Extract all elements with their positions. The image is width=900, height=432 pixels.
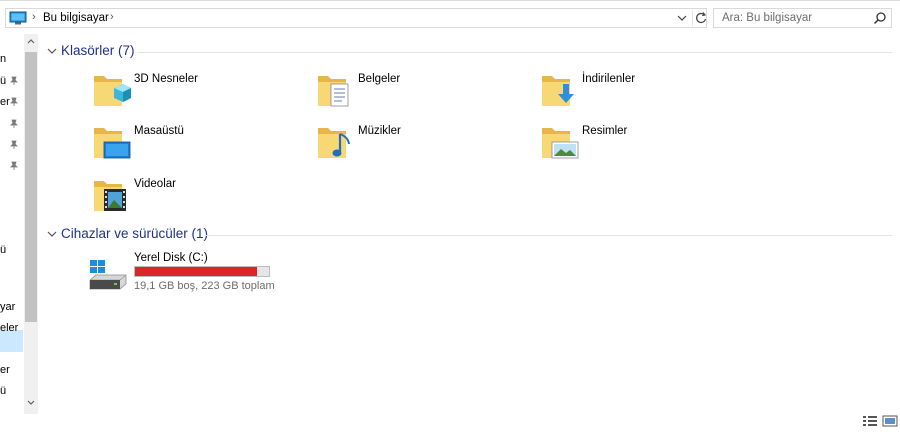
nav-item-label[interactable]: eler xyxy=(0,322,18,334)
nav-item-label[interactable]: n xyxy=(0,53,6,65)
details-view-icon[interactable] xyxy=(862,414,878,428)
folder-documents[interactable]: Belgeler xyxy=(316,70,516,116)
pictures-folder-icon xyxy=(542,128,579,159)
group-title: Cihazlar ve sürücüler (1) xyxy=(61,226,209,241)
search-box[interactable]: Ara: Bu bilgisayar xyxy=(713,8,892,28)
address-bar[interactable]: › Bu bilgisayar › xyxy=(5,8,707,28)
address-dropdown-icon[interactable] xyxy=(674,10,690,26)
drive-label: Yerel Disk (C:) xyxy=(134,252,208,264)
drive-usage-bar xyxy=(134,266,270,277)
documents-folder-icon xyxy=(318,76,349,107)
refresh-icon[interactable] xyxy=(692,10,709,26)
nav-item-label[interactable]: ü xyxy=(0,75,6,87)
folder-label: 3D Nesneler xyxy=(134,73,198,85)
nav-item-label[interactable]: ü xyxy=(0,244,6,256)
breadcrumb-location[interactable]: Bu bilgisayar xyxy=(43,12,109,24)
folder-label: İndirilenler xyxy=(582,73,636,85)
chevron-down-icon[interactable] xyxy=(46,45,58,57)
search-icon[interactable] xyxy=(873,11,887,25)
pin-icon[interactable] xyxy=(9,119,19,129)
breadcrumb-chevron-icon[interactable]: › xyxy=(32,11,36,23)
folder-label: Müzikler xyxy=(358,125,401,137)
folder-label: Videolar xyxy=(134,178,176,190)
group-title: Klasörler (7) xyxy=(61,43,135,58)
nav-item-label[interactable]: yar xyxy=(0,301,15,313)
pin-icon[interactable] xyxy=(9,140,19,150)
group-divider xyxy=(138,52,892,53)
folder-music[interactable]: Müzikler xyxy=(316,122,516,168)
nav-item-label[interactable]: er xyxy=(0,364,10,376)
scroll-up-icon[interactable] xyxy=(27,38,35,44)
drive-usage-fill xyxy=(135,267,258,276)
pin-icon[interactable] xyxy=(9,161,19,171)
folder-3d-objects[interactable]: 3D Nesneler xyxy=(92,70,292,116)
breadcrumb-chevron-icon[interactable]: › xyxy=(110,11,114,23)
videos-folder-icon xyxy=(94,181,126,211)
drive-local-disk-c[interactable]: Yerel Disk (C:) 19,1 GB boş, 223 GB topl… xyxy=(88,250,288,296)
folder-pictures[interactable]: Resimler xyxy=(540,122,740,168)
folder-downloads[interactable]: İndirilenler xyxy=(540,70,740,116)
folder-label: Belgeler xyxy=(358,73,401,85)
3d-objects-folder-icon xyxy=(94,76,131,106)
search-input[interactable]: Ara: Bu bilgisayar xyxy=(722,12,812,24)
windows-drive-icon xyxy=(89,260,127,290)
group-header-folders[interactable]: Klasörler (7) xyxy=(46,43,892,61)
nav-scrollbar[interactable] xyxy=(24,34,38,414)
group-divider xyxy=(206,235,892,236)
scrollbar-thumb[interactable] xyxy=(25,52,37,322)
desktop-folder-icon xyxy=(94,128,131,159)
nav-item-label[interactable]: ü xyxy=(0,385,6,397)
group-header-devices[interactable]: Cihazlar ve sürücüler (1) xyxy=(46,226,892,244)
folder-label: Masaüstü xyxy=(134,125,184,137)
pin-icon[interactable] xyxy=(9,76,19,86)
navigation-pane[interactable]: n ü er ü yar eler er ü xyxy=(0,34,23,414)
scroll-down-icon[interactable] xyxy=(27,400,35,406)
drive-space-text: 19,1 GB boş, 223 GB toplam xyxy=(134,280,275,292)
chevron-down-icon[interactable] xyxy=(46,228,58,240)
folder-videos[interactable]: Videolar xyxy=(92,175,292,221)
downloads-folder-icon xyxy=(542,76,574,106)
folder-label: Resimler xyxy=(582,125,628,137)
music-folder-icon xyxy=(318,128,350,158)
window-top-border xyxy=(0,0,900,1)
pin-icon[interactable] xyxy=(9,97,19,107)
folder-desktop[interactable]: Masaüstü xyxy=(92,122,292,168)
large-icons-view-icon[interactable] xyxy=(882,414,898,428)
computer-icon xyxy=(9,11,27,25)
